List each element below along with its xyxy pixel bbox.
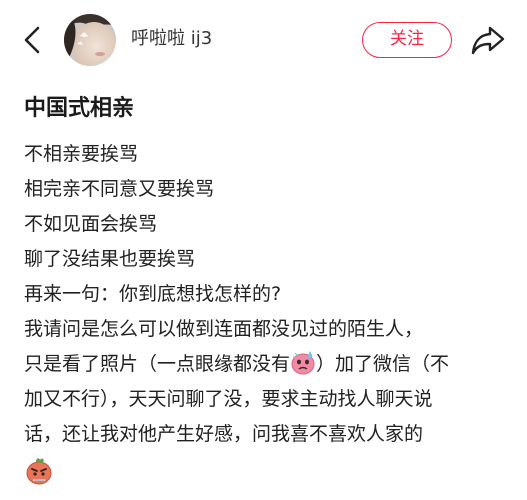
post-body: 不相亲要挨骂 相完亲不同意又要挨骂 不如见面会挨骂 聊了没结果也要挨骂 再来一句… [24, 137, 514, 487]
follow-button[interactable]: 关注 [362, 22, 452, 58]
avatar-image [64, 14, 116, 66]
body-line [24, 452, 514, 487]
share-arrow-icon [471, 26, 505, 55]
body-line: 话，还让我对他产生好感，问我喜不喜欢人家的 [24, 423, 424, 445]
body-line: 相完亲不同意又要挨骂 [24, 178, 215, 200]
sweat-face-emoji-icon [290, 349, 316, 375]
chevron-left-icon [24, 26, 40, 54]
body-line: 只是看了照片（一点眼缘都没有 ）加了微信（不 [24, 347, 514, 382]
share-button[interactable] [468, 22, 508, 58]
body-line: 我请问是怎么可以做到连面都没见过的陌生人， [24, 318, 424, 340]
post-title: 中国式相亲 [24, 96, 135, 121]
back-button[interactable] [18, 22, 52, 58]
avatar[interactable] [64, 14, 116, 66]
body-line: 加又不行），天天问聊了没，要求主动找人聊天说 [24, 388, 433, 410]
body-line: 聊了没结果也要挨骂 [24, 248, 196, 270]
top-bar: 呼啦啦 ij3 关注 [0, 0, 527, 80]
body-line: 不相亲要挨骂 [24, 143, 139, 165]
body-line: 不如见面会挨骂 [24, 213, 158, 235]
body-text-segment: ）加了微信（不 [316, 353, 450, 375]
body-text-segment: 只是看了照片（一点眼缘都没有 [24, 353, 291, 375]
body-line: 再来一句：你到底想找怎样的? [24, 283, 282, 305]
username[interactable]: 呼啦啦 ij3 [131, 27, 212, 51]
angry-face-emoji-icon [24, 455, 54, 485]
